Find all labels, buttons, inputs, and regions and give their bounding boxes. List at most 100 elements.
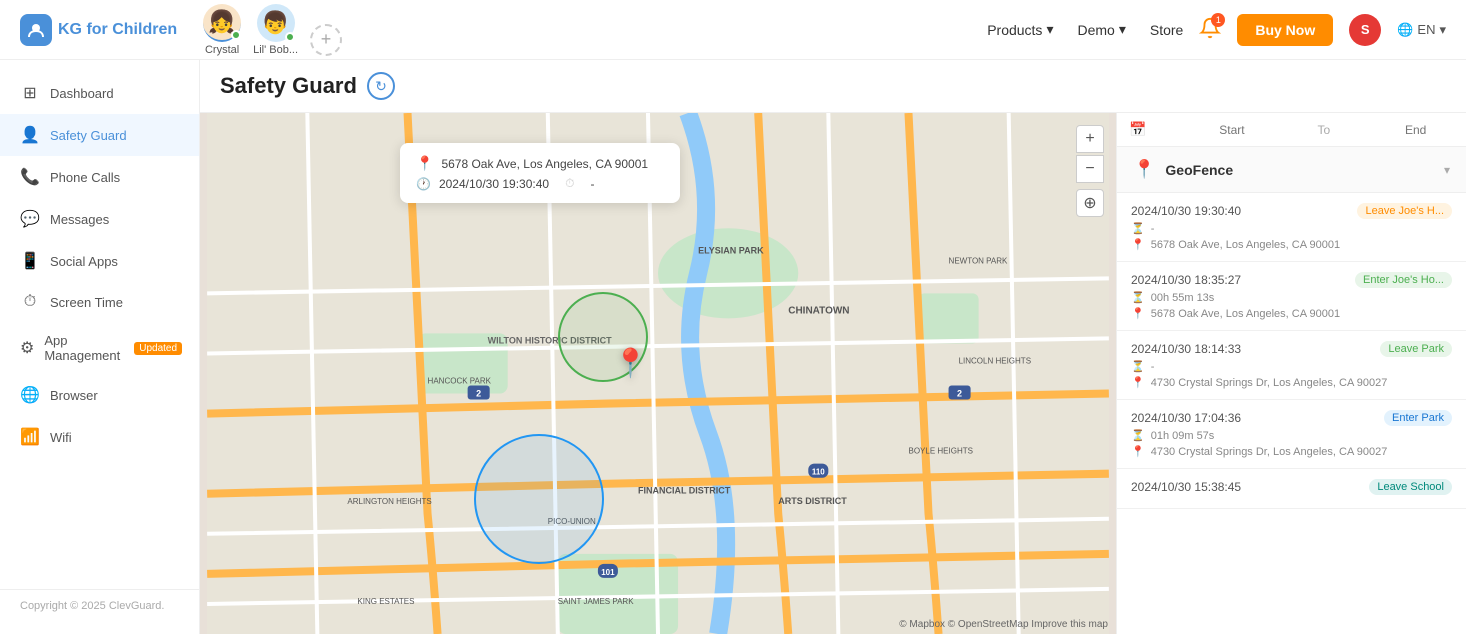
event-time: 2024/10/30 19:30:40 bbox=[1131, 204, 1351, 218]
popup-pin-icon: 📍 bbox=[416, 155, 433, 172]
screen-time-icon: ⏱ bbox=[20, 293, 40, 311]
svg-text:2: 2 bbox=[476, 389, 481, 399]
nav-links: Products ▾ Demo ▾ Store bbox=[987, 21, 1183, 38]
geofence-circle-blue bbox=[474, 434, 604, 564]
content-area: Safety Guard ↻ bbox=[200, 60, 1466, 634]
nav-products[interactable]: Products ▾ bbox=[987, 21, 1053, 38]
bell-badge: 1 bbox=[1211, 13, 1225, 27]
event-badge: Leave School bbox=[1369, 479, 1452, 495]
avatar-group: 👧 Crystal 👦 Lil' Bob... + bbox=[203, 4, 342, 56]
geofence-title: GeoFence bbox=[1165, 162, 1434, 178]
sidebar-item-dashboard[interactable]: ⊞ Dashboard bbox=[0, 72, 199, 114]
svg-text:HANCOCK PARK: HANCOCK PARK bbox=[428, 377, 492, 386]
page-title: Safety Guard bbox=[220, 73, 357, 99]
event-list: 2024/10/30 19:30:40 Leave Joe's H... ⏳ -… bbox=[1117, 193, 1466, 634]
popup-dash: - bbox=[590, 177, 594, 191]
language-selector[interactable]: 🌐 EN ▾ bbox=[1397, 22, 1446, 38]
add-avatar-button[interactable]: + bbox=[310, 24, 342, 56]
geofence-header[interactable]: 📍 GeoFence ▾ bbox=[1117, 147, 1466, 193]
event-address: 5678 Oak Ave, Los Angeles, CA 90001 bbox=[1151, 308, 1340, 320]
date-filter: 📅 To bbox=[1117, 113, 1466, 147]
page-header: Safety Guard ↻ bbox=[200, 60, 1466, 113]
map-container[interactable]: 2 2 101 110 WILTON HISTORIC DISTRICT CHI… bbox=[200, 113, 1116, 634]
avatar-crystal[interactable]: 👧 Crystal bbox=[203, 4, 241, 56]
bell-button[interactable]: 1 bbox=[1199, 17, 1221, 42]
buy-now-button[interactable]: Buy Now bbox=[1237, 14, 1333, 46]
event-address: 4730 Crystal Springs Dr, Los Angeles, CA… bbox=[1151, 377, 1388, 389]
event-duration-text: 00h 55m 13s bbox=[1151, 292, 1215, 304]
avatar-crystal-label: Crystal bbox=[205, 44, 239, 56]
map-controls: + − ⊕ bbox=[1076, 125, 1104, 217]
sidebar-item-safety-guard[interactable]: 👤 Safety Guard bbox=[0, 114, 199, 156]
hourglass-icon: ⏳ bbox=[1131, 360, 1145, 373]
sidebar-item-phone-calls[interactable]: 📞 Phone Calls bbox=[0, 156, 199, 198]
event-badge: Enter Joe's Ho... bbox=[1355, 272, 1452, 288]
event-duration-text: - bbox=[1151, 223, 1155, 235]
svg-text:KING ESTATES: KING ESTATES bbox=[357, 597, 414, 606]
svg-text:2: 2 bbox=[957, 389, 962, 399]
to-label: To bbox=[1317, 123, 1330, 137]
geofence-chevron-icon: ▾ bbox=[1444, 163, 1450, 177]
sidebar: ⊞ Dashboard 👤 Safety Guard 📞 Phone Calls… bbox=[0, 60, 200, 634]
event-badge: Enter Park bbox=[1384, 410, 1452, 426]
svg-text:NEWTON PARK: NEWTON PARK bbox=[949, 256, 1008, 265]
sidebar-item-label: Messages bbox=[50, 212, 109, 227]
sidebar-item-screen-time[interactable]: ⏱ Screen Time bbox=[0, 282, 199, 322]
app-management-icon: ⚙ bbox=[20, 338, 34, 358]
sidebar-item-label: Wifi bbox=[50, 430, 72, 445]
header: KG for Children 👧 Crystal 👦 Lil' Bob... … bbox=[0, 0, 1466, 60]
main-layout: ⊞ Dashboard 👤 Safety Guard 📞 Phone Calls… bbox=[0, 60, 1466, 634]
logo-icon bbox=[20, 14, 52, 46]
sidebar-item-label: Safety Guard bbox=[50, 128, 127, 143]
event-time: 2024/10/30 18:35:27 bbox=[1131, 273, 1349, 287]
social-apps-icon: 📱 bbox=[20, 251, 40, 271]
avatar-lil-bob-label: Lil' Bob... bbox=[253, 44, 298, 56]
nav-demo[interactable]: Demo ▾ bbox=[1077, 21, 1125, 38]
nav-store[interactable]: Store bbox=[1150, 22, 1183, 38]
logo-text: KG for Children bbox=[58, 21, 177, 39]
svg-text:SAINT JAMES PARK: SAINT JAMES PARK bbox=[558, 597, 634, 606]
sidebar-item-messages[interactable]: 💬 Messages bbox=[0, 198, 199, 240]
start-date-input[interactable] bbox=[1154, 123, 1309, 137]
popup-time-icon: 🕐 bbox=[416, 177, 431, 191]
event-time: 2024/10/30 17:04:36 bbox=[1131, 411, 1378, 425]
sidebar-item-label: Screen Time bbox=[50, 295, 123, 310]
sidebar-item-label: Phone Calls bbox=[50, 170, 120, 185]
svg-text:ARTS DISTRICT: ARTS DISTRICT bbox=[778, 496, 847, 506]
hourglass-icon: ⏳ bbox=[1131, 429, 1145, 442]
hourglass-icon: ⏳ bbox=[1131, 291, 1145, 304]
event-duration-text: 01h 09m 57s bbox=[1151, 430, 1215, 442]
location-icon: 📍 bbox=[1131, 307, 1145, 320]
event-duration-text: - bbox=[1151, 361, 1155, 373]
hourglass-icon: ⏳ bbox=[1131, 222, 1145, 235]
locate-button[interactable]: ⊕ bbox=[1076, 189, 1104, 217]
zoom-out-button[interactable]: − bbox=[1076, 155, 1104, 183]
sidebar-item-wifi[interactable]: 📶 Wifi bbox=[0, 416, 199, 458]
event-item: 2024/10/30 15:38:45 Leave School bbox=[1117, 469, 1466, 509]
location-icon: 📍 bbox=[1131, 445, 1145, 458]
sidebar-item-social-apps[interactable]: 📱 Social Apps bbox=[0, 240, 199, 282]
sidebar-item-browser[interactable]: 🌐 Browser bbox=[0, 374, 199, 416]
user-avatar[interactable]: S bbox=[1349, 14, 1381, 46]
status-dot-crystal bbox=[231, 30, 241, 40]
geofence-icon: 📍 bbox=[1133, 159, 1155, 180]
dashboard-icon: ⊞ bbox=[20, 83, 40, 103]
logo: KG for Children bbox=[20, 14, 177, 46]
avatar-lil-bob[interactable]: 👦 Lil' Bob... bbox=[253, 4, 298, 56]
event-item: 2024/10/30 18:14:33 Leave Park ⏳ - 📍 473… bbox=[1117, 331, 1466, 400]
event-address: 5678 Oak Ave, Los Angeles, CA 90001 bbox=[1151, 239, 1340, 251]
sidebar-item-app-management[interactable]: ⚙ App Management Updated bbox=[0, 322, 199, 374]
sidebar-item-label: Social Apps bbox=[50, 254, 118, 269]
end-date-input[interactable] bbox=[1338, 123, 1466, 137]
event-badge: Leave Park bbox=[1380, 341, 1452, 357]
browser-icon: 🌐 bbox=[20, 385, 40, 405]
map-popup: 📍 5678 Oak Ave, Los Angeles, CA 90001 🕐 … bbox=[400, 143, 680, 203]
refresh-button[interactable]: ↻ bbox=[367, 72, 395, 100]
sidebar-footer: Copyright © 2025 ClevGuard. bbox=[0, 589, 199, 622]
sidebar-item-label: App Management bbox=[44, 333, 120, 363]
event-item: 2024/10/30 18:35:27 Enter Joe's Ho... ⏳ … bbox=[1117, 262, 1466, 331]
svg-text:BOYLE HEIGHTS: BOYLE HEIGHTS bbox=[908, 447, 972, 456]
svg-text:ARLINGTON HEIGHTS: ARLINGTON HEIGHTS bbox=[347, 497, 431, 506]
event-time: 2024/10/30 18:14:33 bbox=[1131, 342, 1374, 356]
zoom-in-button[interactable]: + bbox=[1076, 125, 1104, 153]
